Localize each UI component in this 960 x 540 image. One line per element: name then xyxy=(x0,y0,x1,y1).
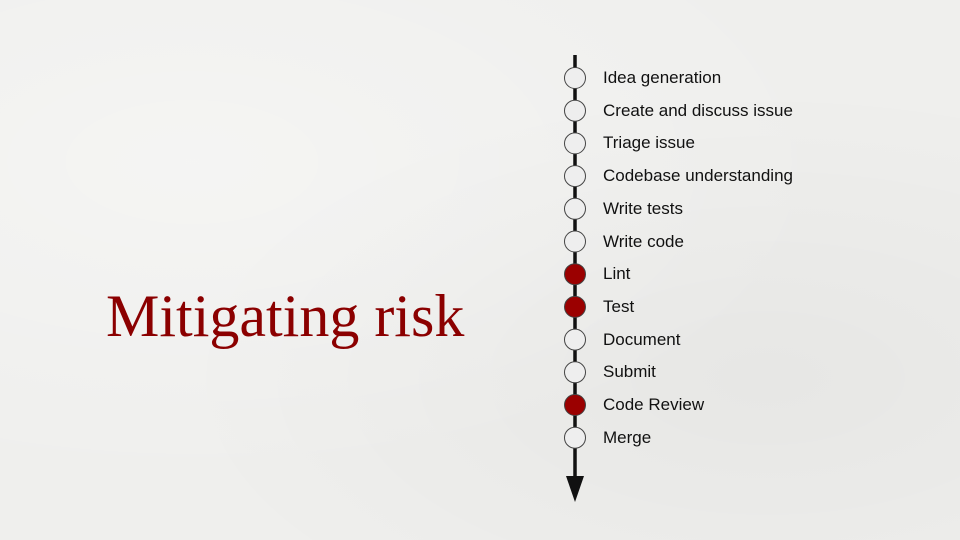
timeline-node xyxy=(564,99,586,122)
step-label: Document xyxy=(603,329,681,349)
timeline-arrowhead xyxy=(566,476,584,502)
timeline-node xyxy=(564,67,586,89)
timeline-node xyxy=(564,230,586,253)
step-label: Code Review xyxy=(603,395,705,414)
step-label: Write tests xyxy=(603,198,683,218)
step-label: Codebase understanding xyxy=(603,166,793,186)
step-label: Merge xyxy=(603,427,652,447)
timeline-node xyxy=(564,361,586,384)
timeline-node xyxy=(564,426,586,449)
step-label: Test xyxy=(603,296,635,316)
timeline-node-highlighted xyxy=(564,394,586,416)
timeline-node xyxy=(564,132,586,155)
timeline-node xyxy=(564,328,586,351)
process-timeline xyxy=(564,55,586,502)
timeline-node-highlighted xyxy=(564,295,586,318)
timeline-node-highlighted xyxy=(564,263,586,286)
step-label: Submit xyxy=(603,362,656,382)
step-label: Lint xyxy=(603,264,631,284)
step-label: Create and discuss issue xyxy=(603,100,793,120)
step-label: Idea generation xyxy=(603,68,722,87)
step-label: Write code xyxy=(603,231,684,251)
timeline-node xyxy=(564,165,586,188)
timeline-node xyxy=(564,197,586,220)
step-label: Triage issue xyxy=(603,133,695,153)
